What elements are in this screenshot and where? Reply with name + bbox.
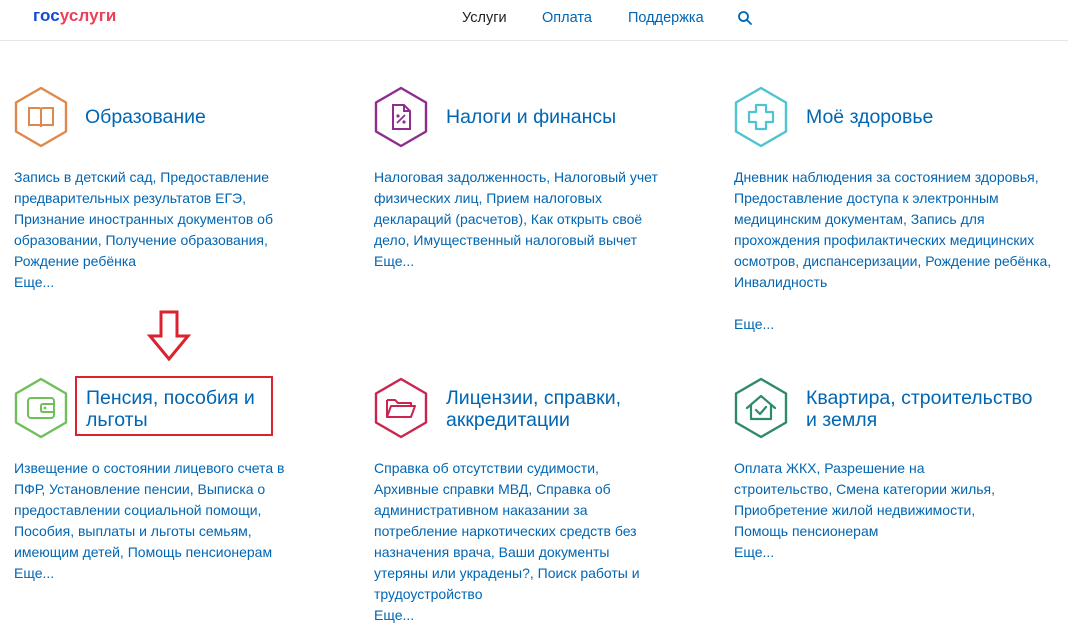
- card-links-housing[interactable]: Оплата ЖКХ, Разрешение на строительство,…: [734, 458, 1024, 542]
- card-title-taxes[interactable]: Налоги и финансы: [446, 106, 616, 128]
- folder-icon: [374, 377, 428, 439]
- down-arrow-annotation-icon: [147, 310, 191, 362]
- card-links-pension[interactable]: Извещение о состоянии лицевого счета в П…: [14, 458, 314, 563]
- house-check-icon: [734, 377, 788, 439]
- search-icon[interactable]: [737, 10, 753, 26]
- more-link-licenses[interactable]: Еще...: [374, 605, 414, 626]
- more-link-education[interactable]: Еще...: [14, 272, 54, 293]
- card-title-health[interactable]: Моё здоровье: [806, 106, 933, 128]
- card-title-housing[interactable]: Квартира, строительство и земля: [806, 387, 1046, 431]
- more-link-health[interactable]: Еще...: [734, 314, 774, 335]
- card-links-education[interactable]: Запись в детский сад, Предоставление пре…: [14, 167, 304, 272]
- card-links-taxes[interactable]: Налоговая задолженность, Налоговый учет …: [374, 167, 674, 251]
- highlight-box-annotation: [75, 376, 273, 436]
- more-link-taxes[interactable]: Еще...: [374, 251, 414, 272]
- more-link-housing[interactable]: Еще...: [734, 542, 774, 563]
- wallet-icon: [14, 377, 68, 439]
- nav-payment[interactable]: Оплата: [542, 10, 592, 26]
- card-links-licenses[interactable]: Справка об отсутствии судимости, Архивны…: [374, 458, 664, 605]
- card-links-health[interactable]: Дневник наблюдения за состоянием здоровь…: [734, 167, 1054, 293]
- more-link-pension[interactable]: Еще...: [14, 563, 54, 584]
- header: госуслуги Услуги Оплата Поддержка: [0, 0, 1068, 41]
- nav-services[interactable]: Услуги: [462, 10, 507, 26]
- medical-cross-icon: [734, 86, 788, 148]
- card-title-licenses[interactable]: Лицензии, справки, аккредитации: [446, 387, 666, 431]
- book-icon: [14, 86, 68, 148]
- nav-support[interactable]: Поддержка: [628, 10, 704, 26]
- gosuslugi-logo[interactable]: госуслуги: [33, 6, 116, 26]
- tax-document-icon: [374, 86, 428, 148]
- card-title-education[interactable]: Образование: [85, 106, 206, 128]
